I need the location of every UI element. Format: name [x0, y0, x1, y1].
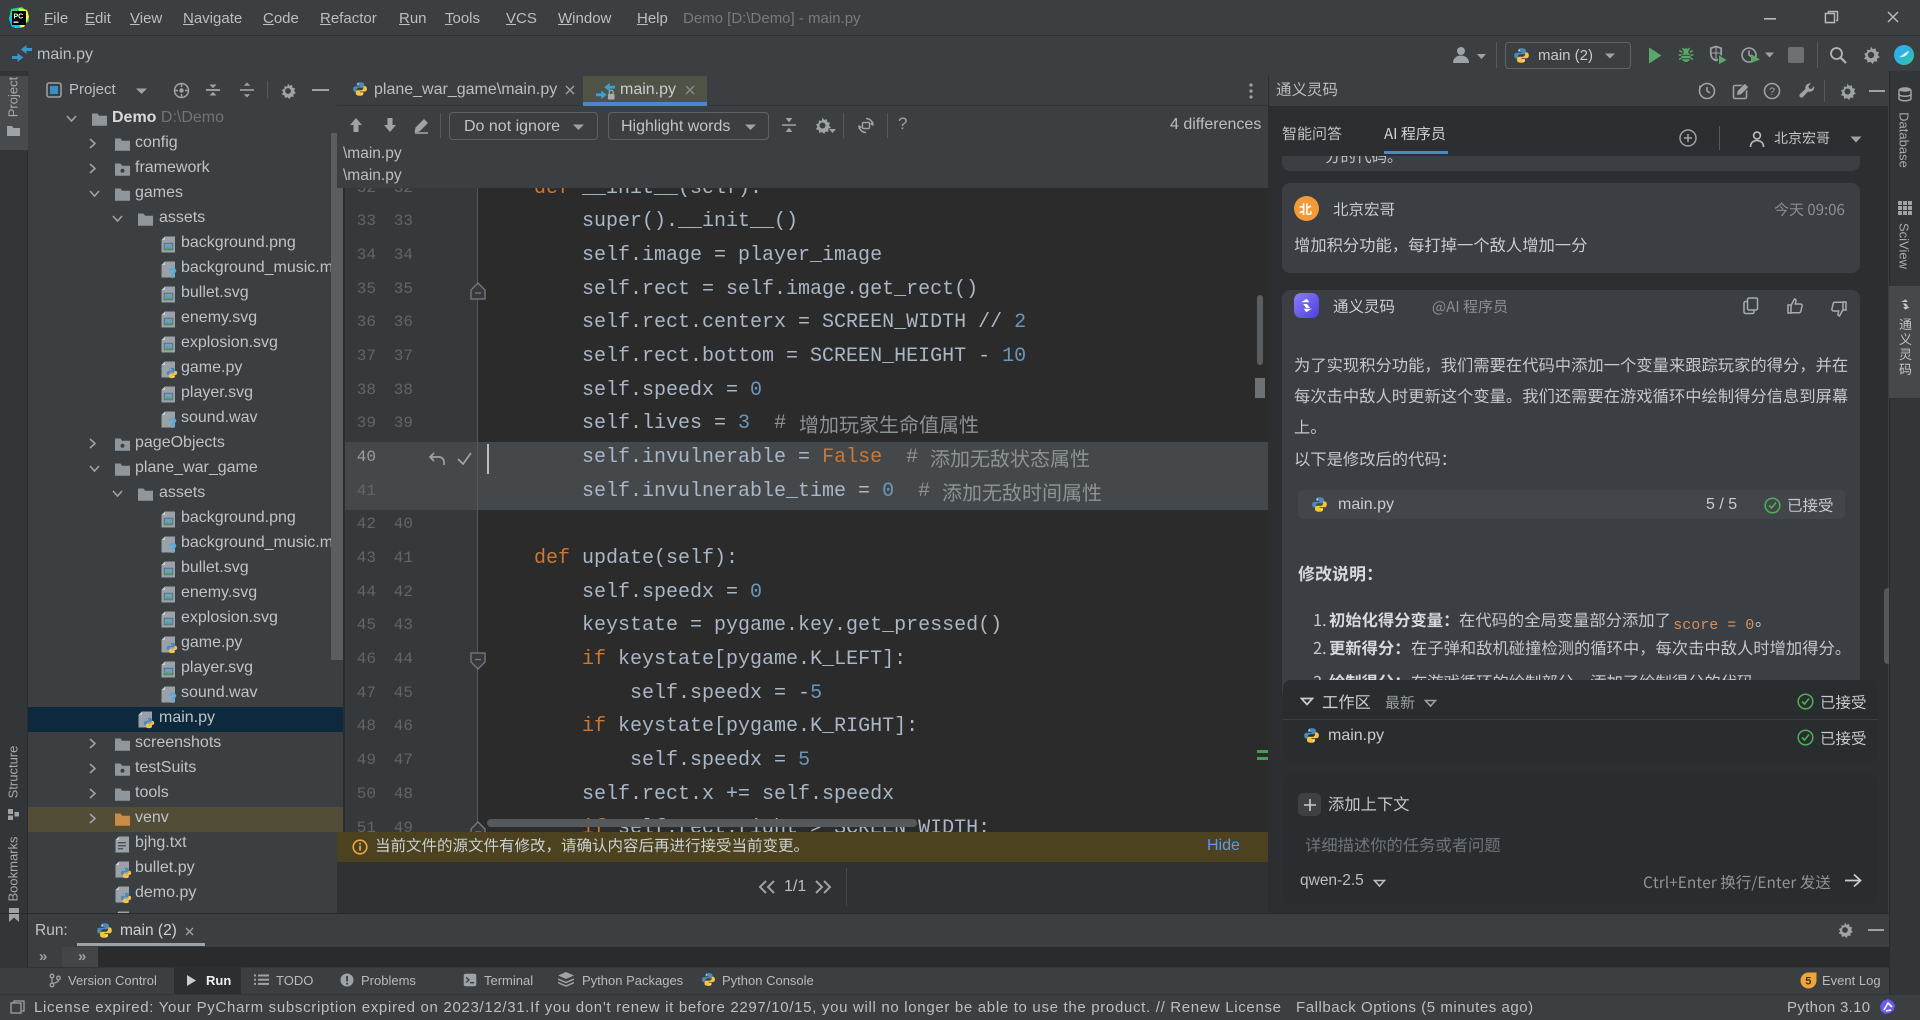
svg-text:?: ? [1769, 86, 1775, 98]
svg-text:5: 5 [1805, 976, 1811, 988]
svg-text:PC: PC [14, 14, 24, 21]
